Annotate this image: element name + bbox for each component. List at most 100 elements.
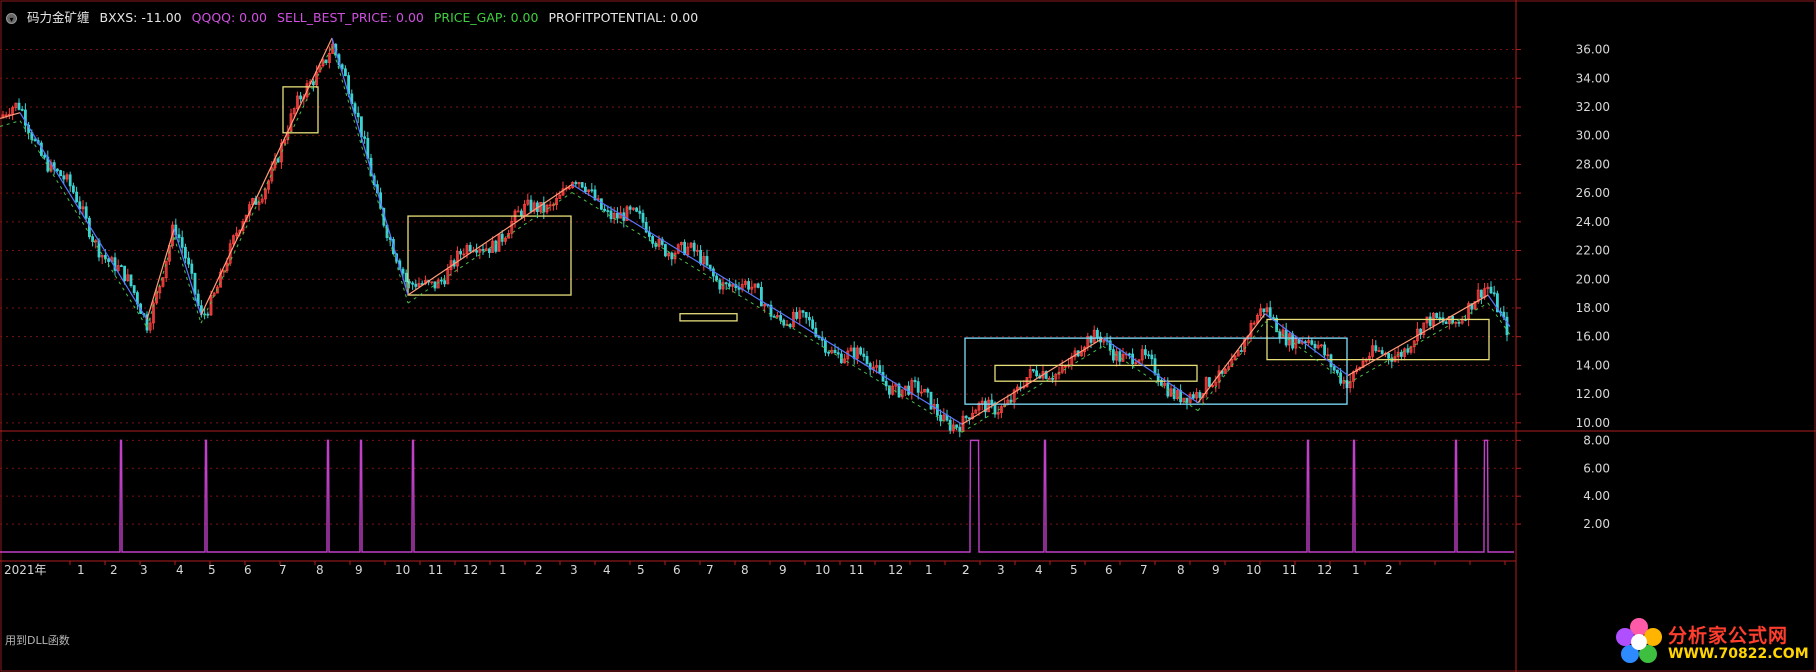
candle-body <box>356 112 360 118</box>
candle-body <box>468 244 472 252</box>
candle-body <box>609 210 613 220</box>
candle-body <box>884 380 888 387</box>
candle-body <box>1153 358 1157 375</box>
legend-price-gap: PRICE_GAP: 0.00 <box>433 10 539 25</box>
y-tick-label: 32.00 <box>1576 100 1610 114</box>
candle-body <box>120 265 123 268</box>
chart-frame <box>0 0 1816 672</box>
candle-body <box>628 206 632 210</box>
candle-body <box>1118 351 1122 362</box>
candle-body <box>1278 331 1282 339</box>
candle-body <box>107 258 110 262</box>
candle-body <box>584 186 587 193</box>
y-tick-label: 36.00 <box>1576 43 1610 57</box>
site-logo[interactable]: 分析家公式网 WWW.70822.COM <box>1612 615 1812 669</box>
candle-body <box>1380 350 1384 355</box>
zigzag-segment <box>19 112 148 320</box>
candle-body <box>670 252 674 260</box>
candle-body <box>1035 370 1038 377</box>
candle-body <box>664 244 667 257</box>
candle-body <box>824 339 827 353</box>
candle-body <box>1313 343 1317 349</box>
dll-note: 用到DLL函数 <box>5 634 70 647</box>
candle-body <box>913 380 917 383</box>
consolidation-box <box>994 364 1198 382</box>
zigzag-segment <box>146 228 175 320</box>
candle-body <box>804 311 808 318</box>
candle-body <box>968 417 971 420</box>
candle-body <box>311 81 315 86</box>
candle-body <box>865 356 869 364</box>
candle-body <box>929 391 933 410</box>
candle-body <box>964 415 968 419</box>
candle-body <box>705 256 709 266</box>
candle-body <box>1089 336 1093 343</box>
candle-body <box>206 313 210 316</box>
candle-body <box>276 158 280 163</box>
trend-dash-segment <box>961 345 1104 433</box>
collapse-icon[interactable]: ▾ <box>6 12 17 24</box>
candle-body <box>862 353 866 357</box>
candle-body <box>1457 321 1461 324</box>
candle-body <box>836 352 840 355</box>
candle-body <box>343 68 347 77</box>
candle-body <box>808 316 811 321</box>
x-month-label: 6 <box>244 563 252 577</box>
x-month-label: 6 <box>1105 563 1113 577</box>
candle-body <box>1435 312 1438 319</box>
candle-body <box>788 324 792 328</box>
trend-dash-segment <box>1264 321 1349 384</box>
candle-body <box>811 319 814 329</box>
candle-body <box>907 385 910 395</box>
x-month-label: 3 <box>140 563 148 577</box>
candle-body <box>75 191 78 203</box>
candle-body <box>718 279 722 290</box>
candle-body <box>123 265 126 282</box>
zigzag-segment <box>331 37 409 296</box>
x-month-label: 11 <box>428 563 443 577</box>
y-tick-label: 10.00 <box>1576 416 1610 430</box>
candle-body <box>1128 353 1131 356</box>
candle-body <box>1310 340 1314 345</box>
candle-body <box>756 283 760 288</box>
candle-body <box>487 248 491 253</box>
candle-body <box>1262 308 1266 313</box>
candle-body <box>520 210 523 216</box>
candles <box>1 40 1509 438</box>
candle-body <box>1480 289 1483 298</box>
candle-body <box>68 174 72 187</box>
candle-body <box>516 210 520 213</box>
candle-body <box>801 310 805 313</box>
candle-body <box>363 136 367 139</box>
y-tick-label: 14.00 <box>1576 358 1610 372</box>
candle-body <box>616 213 619 219</box>
candle-body <box>1284 329 1288 346</box>
x-month-label: 5 <box>208 563 216 577</box>
candle-body <box>1387 353 1390 359</box>
x-month-label: 9 <box>779 563 787 577</box>
y-tick-label: 6.00 <box>1583 461 1610 475</box>
candle-body <box>1400 351 1403 357</box>
y-tick-label: 16.00 <box>1576 330 1610 344</box>
candle-body <box>1339 372 1342 384</box>
candle-body <box>833 349 837 354</box>
zigzag-segment <box>1347 294 1489 376</box>
y-tick-label: 30.00 <box>1576 129 1610 143</box>
x-month-label: 2 <box>1385 563 1393 577</box>
trend-dash-segment <box>0 120 21 127</box>
candle-body <box>782 319 786 326</box>
x-month-label: 8 <box>741 563 749 577</box>
candle-body <box>916 381 920 393</box>
candle-body <box>1323 344 1326 356</box>
y-tick-label: 12.00 <box>1576 387 1610 401</box>
candle-body <box>1240 350 1243 352</box>
candle-body <box>641 212 645 223</box>
x-month-label: 7 <box>1140 563 1148 577</box>
x-month-label: 7 <box>279 563 287 577</box>
candle-body <box>299 95 303 100</box>
x-month-label: 8 <box>1177 563 1185 577</box>
candle-body <box>747 281 750 290</box>
y-tick-label: 18.00 <box>1576 301 1610 315</box>
zigzag-segment <box>1197 313 1266 404</box>
x-month-label: 6 <box>673 563 681 577</box>
